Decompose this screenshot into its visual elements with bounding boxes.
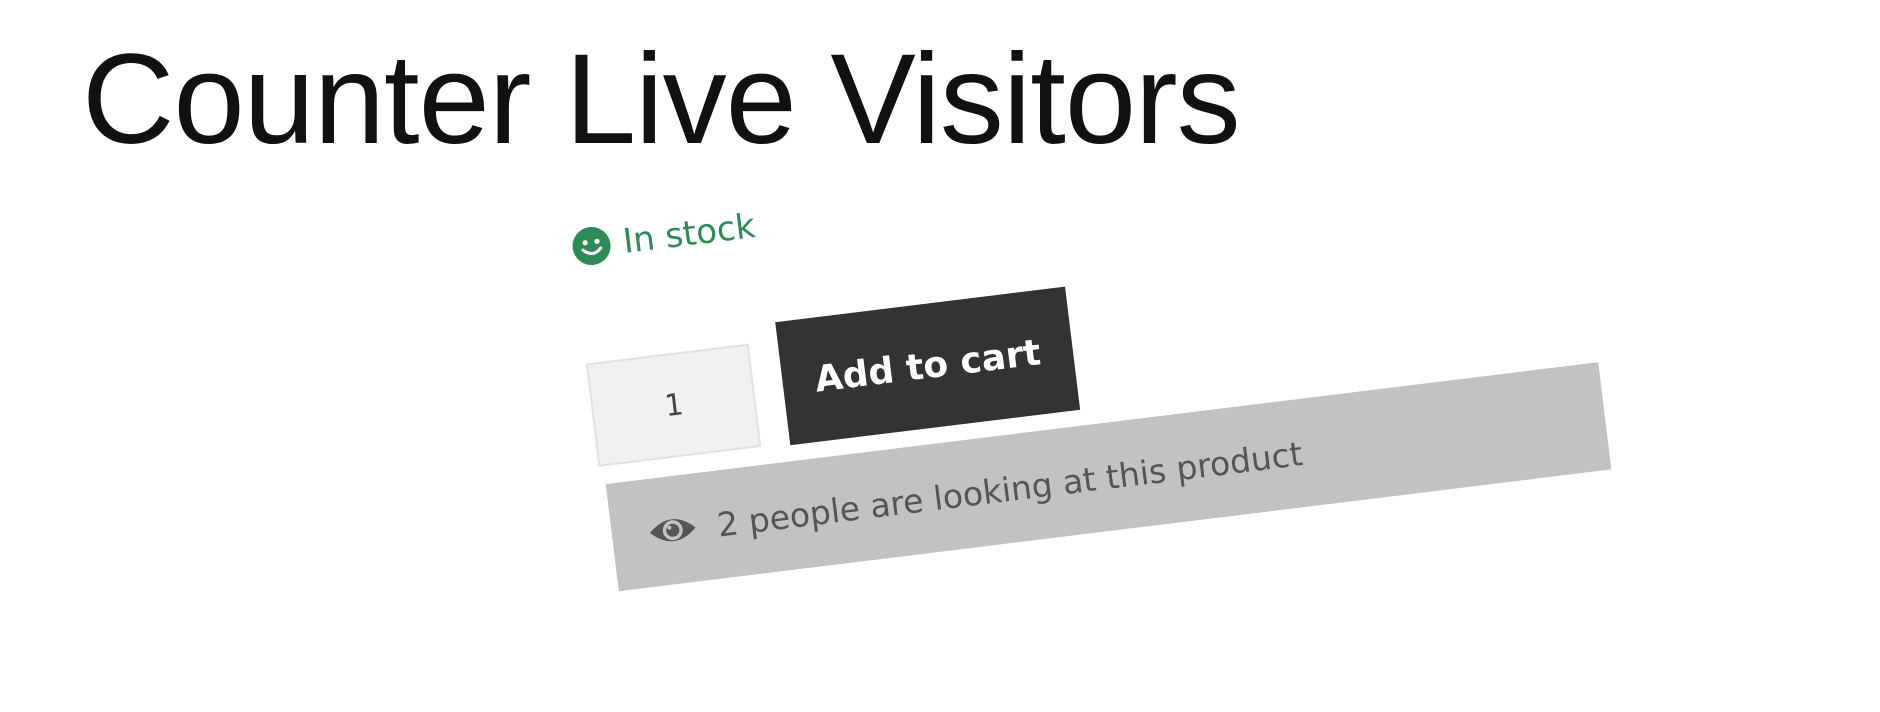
smile-icon <box>572 227 611 266</box>
add-to-cart-button[interactable]: Add to cart <box>775 286 1081 446</box>
stock-label: In stock <box>620 206 758 262</box>
live-visitors-notice: 2 people are looking at this product <box>605 362 1612 592</box>
stock-status: In stock <box>569 206 757 268</box>
eye-icon <box>649 519 696 542</box>
product-panel: In stock 1 Add to cart 2 people are look… <box>0 0 1880 712</box>
visitors-message: 2 people are looking at this product <box>715 433 1305 545</box>
quantity-input[interactable]: 1 <box>585 343 762 467</box>
